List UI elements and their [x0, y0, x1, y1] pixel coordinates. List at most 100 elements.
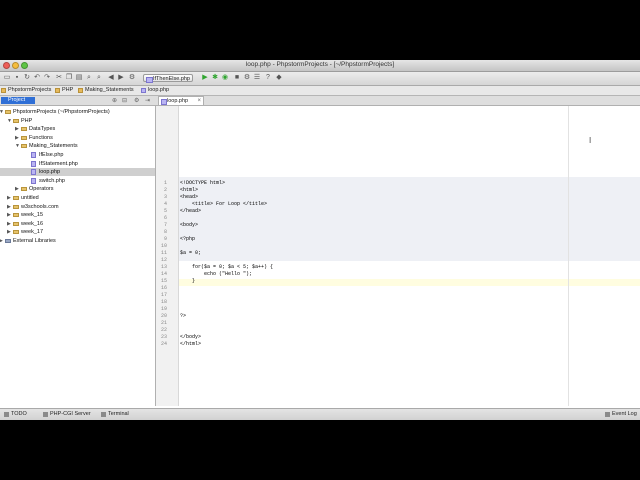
run-icon[interactable]: ▶ [201, 74, 209, 82]
line-number: 9 [163, 236, 167, 242]
undo-icon[interactable]: ↶ [33, 74, 41, 82]
breadcrumb-item-file[interactable]: loop.php [140, 86, 169, 95]
collapse-all-icon[interactable]: ⊟ [122, 97, 127, 104]
breadcrumb-item-making-statements[interactable]: Making_Statements [77, 86, 134, 95]
folder-icon [21, 187, 27, 192]
event-log-label: Event Log [612, 411, 637, 417]
line-number: 19 [160, 306, 167, 312]
line-number: 20 [160, 313, 167, 319]
code-line[interactable]: <html> [180, 187, 198, 194]
expanded-arrow-icon[interactable]: ▼ [15, 142, 20, 150]
collapsed-arrow-icon[interactable]: ▶ [7, 194, 11, 202]
build-icon[interactable]: ⚙ [128, 74, 136, 82]
code-line[interactable]: } [180, 278, 195, 285]
current-line-highlight [179, 279, 640, 286]
line-number: 16 [160, 285, 167, 291]
code-line[interactable]: </head> [180, 208, 201, 215]
line-number: 24 [160, 341, 167, 347]
collapsed-arrow-icon[interactable]: ▶ [7, 228, 11, 236]
phpstorm-icon[interactable]: ◆ [275, 74, 283, 82]
php-server-label: PHP-CGI Server [50, 411, 91, 417]
project-panel-label: Project [8, 97, 26, 103]
line-number-gutter: 1 2 3 4 5 6 7 8 9 10 11 12 13 14 15 16 17 18 19 20 21 22 23 24 [156, 106, 179, 406]
tree-item[interactable]: ▶ DataTypes [0, 125, 155, 133]
open-folder-icon[interactable]: ▭ [3, 74, 11, 82]
save-icon[interactable]: ▪ [13, 74, 21, 82]
structure-icon[interactable]: ☰ [253, 74, 261, 82]
stop-icon[interactable]: ■ [233, 74, 241, 82]
folder-icon [13, 196, 19, 200]
cut-icon[interactable]: ✂ [55, 74, 63, 82]
collapsed-arrow-icon[interactable]: ▶ [15, 185, 19, 193]
tree-item[interactable]: ▶ week_16 [0, 220, 155, 228]
tree-item[interactable]: ▶ w3schools.com [0, 203, 155, 211]
tree-item[interactable]: ▶ week_15 [0, 211, 155, 219]
expanded-arrow-icon[interactable]: ▼ [0, 108, 4, 116]
tree-item[interactable]: ▶ untitled [0, 194, 155, 202]
tree-item[interactable]: loop.php [0, 168, 155, 177]
forward-icon[interactable]: ▶ [117, 74, 125, 82]
tree-item[interactable]: ▶ Operators [0, 185, 155, 193]
code-line[interactable]: echo ("Hello "); [180, 271, 252, 278]
expanded-arrow-icon[interactable]: ▼ [7, 117, 12, 125]
code-line[interactable]: <?php [180, 236, 195, 243]
back-icon[interactable]: ◀ [107, 74, 115, 82]
collapsed-arrow-icon[interactable]: ▶ [0, 237, 3, 245]
collapsed-arrow-icon[interactable]: ▶ [15, 125, 19, 133]
collapsed-arrow-icon[interactable]: ▶ [7, 211, 11, 219]
tree-item[interactable]: ▼ PhpstormProjects (~/PhpstormProjects) [0, 108, 155, 116]
tree-item[interactable]: ▼ Making_Statements [0, 142, 155, 150]
run-configuration-select[interactable]: IfThenElse.php [143, 74, 193, 83]
replace-icon[interactable]: ⌕ [95, 74, 103, 82]
breadcrumb-label: Making_Statements [85, 87, 134, 93]
tab-label: loop.php [167, 98, 189, 104]
line-number: 8 [163, 229, 167, 235]
tree-item[interactable]: ▶ Functions [0, 134, 155, 142]
code-line[interactable]: for($a = 0; $a < 5; $a++) { [180, 264, 273, 271]
text-cursor-icon: I [589, 136, 592, 145]
todo-tool-button[interactable]: TODO [3, 409, 27, 420]
code-line[interactable]: <head> [180, 194, 198, 201]
tree-item[interactable]: ▶ week_17 [0, 228, 155, 236]
tree-item[interactable]: IfElse.php [0, 151, 155, 159]
scroll-from-source-icon[interactable]: ⊕ [112, 97, 117, 104]
collapsed-arrow-icon[interactable]: ▶ [7, 220, 11, 228]
tree-item-label: PhpstormProjects (~/PhpstormProjects) [13, 109, 110, 115]
php-server-tool-button[interactable]: PHP-CGI Server [42, 409, 91, 420]
hide-panel-icon[interactable]: ⇥ [145, 97, 150, 104]
find-icon[interactable]: ⌕ [85, 74, 93, 82]
close-tab-icon[interactable]: × [197, 97, 201, 105]
breadcrumb-item-php[interactable]: PHP [54, 86, 73, 95]
tree-item[interactable]: switch.php [0, 177, 155, 185]
gear-icon[interactable]: ⚙ [134, 97, 139, 104]
help-icon[interactable]: ? [264, 74, 272, 82]
code-line[interactable]: </html> [180, 341, 201, 348]
code-line[interactable]: </body> [180, 334, 201, 341]
coverage-icon[interactable]: ◉ [221, 74, 229, 82]
folder-icon [13, 230, 19, 235]
code-line[interactable]: <body> [180, 222, 198, 229]
debug-icon[interactable]: ✱ [211, 74, 219, 82]
collapsed-arrow-icon[interactable]: ▶ [7, 203, 11, 211]
sync-icon[interactable]: ↻ [23, 74, 31, 82]
copy-icon[interactable]: ❐ [65, 74, 73, 82]
code-line[interactable]: $a = 0; [180, 250, 201, 257]
code-line[interactable]: ?> [180, 313, 186, 320]
code-line[interactable]: <title> For Loop </title> [180, 201, 267, 208]
event-log-tool-button[interactable]: Event Log [604, 409, 637, 420]
line-number: 4 [163, 201, 167, 207]
project-view-selector[interactable]: Project [1, 97, 35, 104]
redo-icon[interactable]: ↷ [43, 74, 51, 82]
tree-item[interactable]: ▶ External Libraries [0, 237, 155, 245]
terminal-tool-button[interactable]: Terminal [100, 409, 129, 420]
breadcrumb-item-root[interactable]: PhpstormProjects [0, 86, 51, 95]
tab-loop-php[interactable]: loop.php × [158, 96, 204, 105]
tree-item-label: switch.php [39, 177, 65, 184]
settings-icon[interactable]: ⚙ [243, 74, 251, 82]
code-line[interactable]: <!DOCTYPE html> [180, 180, 225, 187]
terminal-label: Terminal [108, 411, 129, 417]
paste-icon[interactable]: ▤ [75, 74, 83, 82]
collapsed-arrow-icon[interactable]: ▶ [15, 134, 19, 142]
tree-item[interactable]: ▼ PHP [0, 117, 155, 125]
tree-item[interactable]: IfStatement.php [0, 160, 155, 168]
